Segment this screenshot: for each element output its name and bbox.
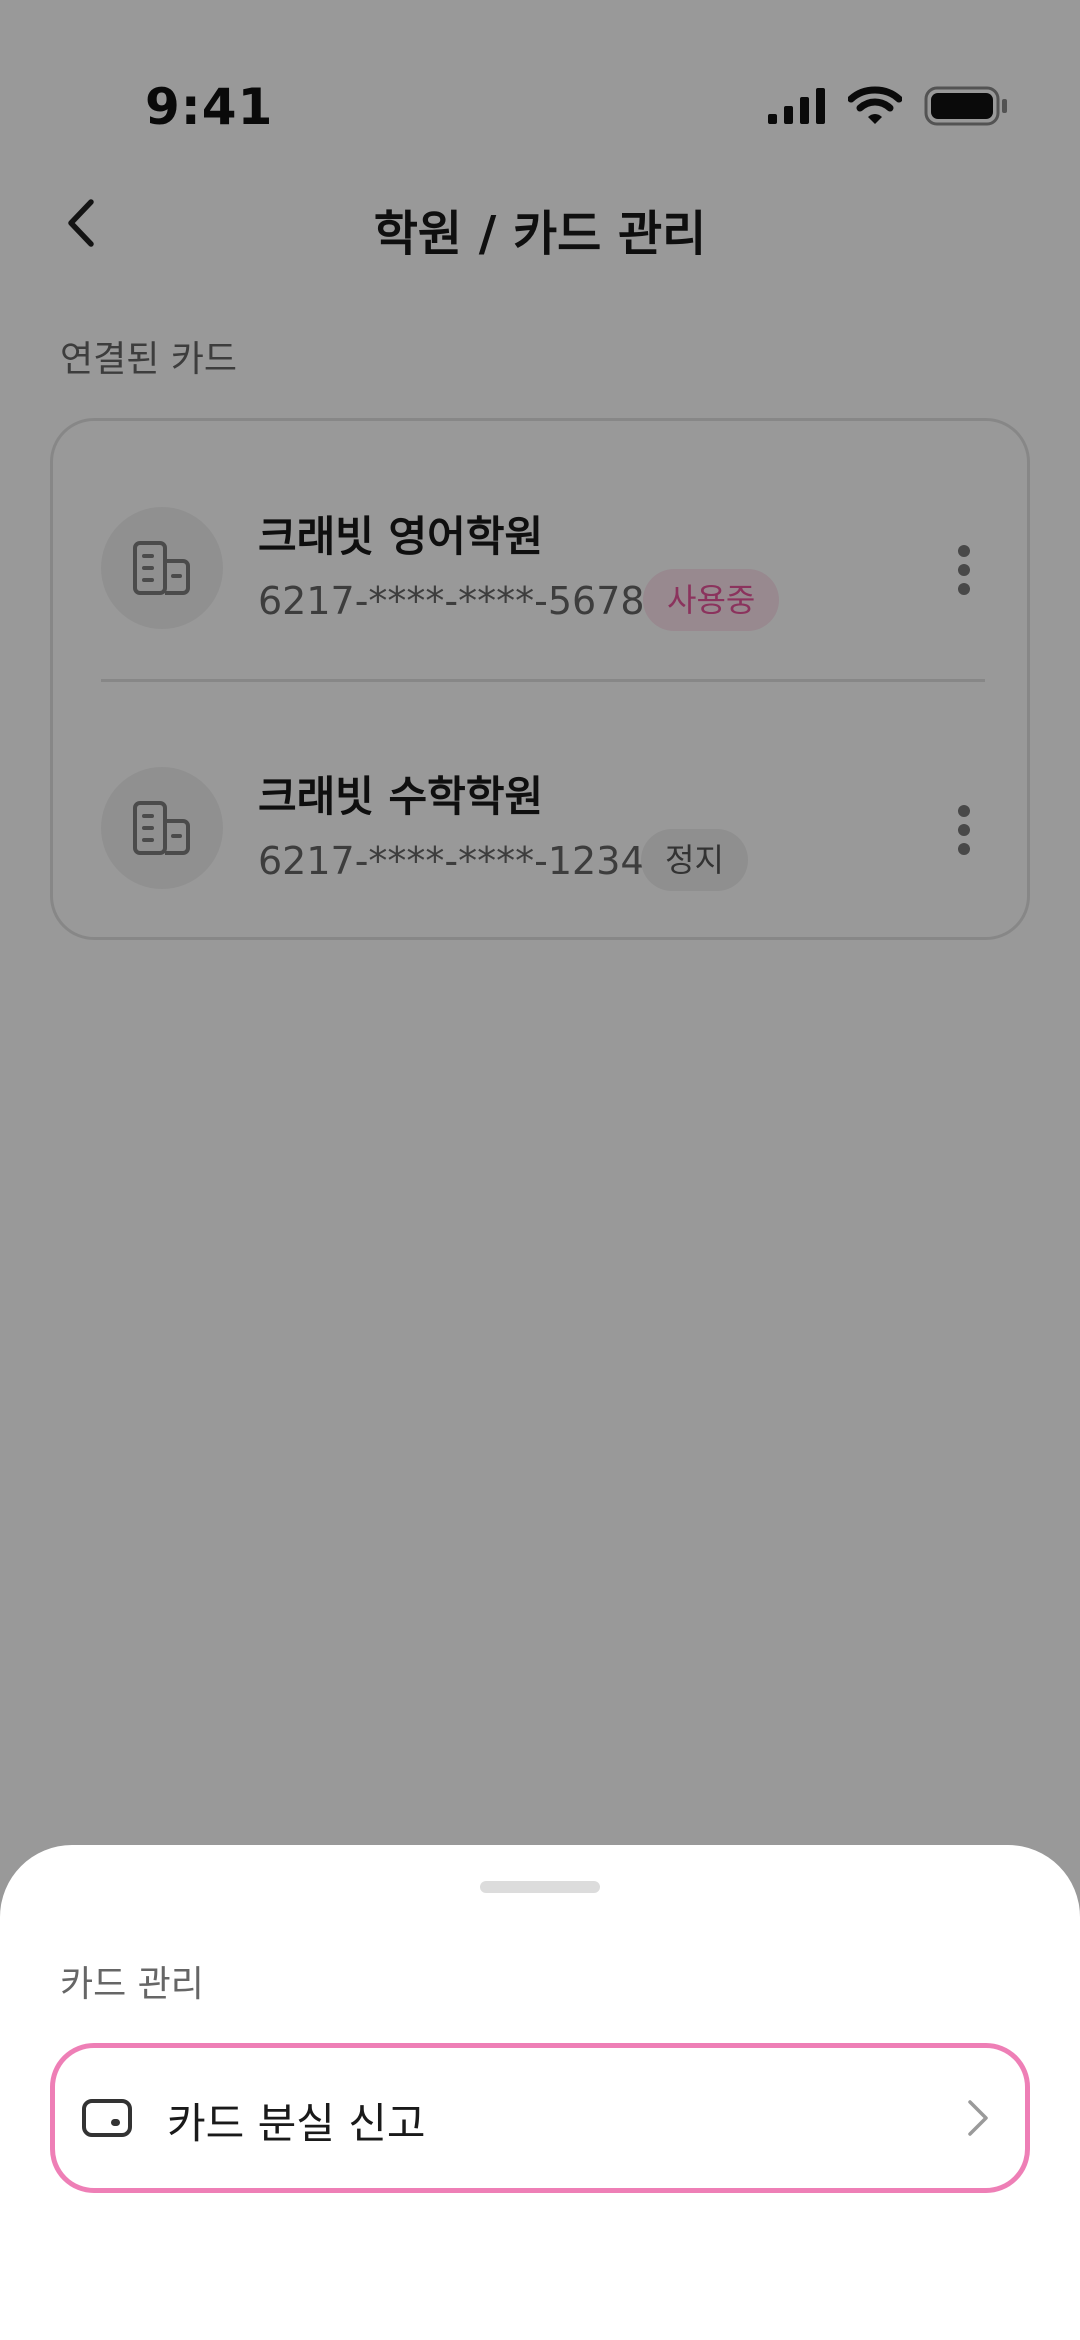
- bottom-sheet: 카드 관리 카드 분실 신고: [0, 1845, 1080, 2340]
- report-lost-card-button[interactable]: 카드 분실 신고: [50, 2043, 1030, 2193]
- chevron-right-icon: [968, 2100, 988, 2136]
- sheet-drag-handle[interactable]: [480, 1881, 600, 1893]
- report-lost-card-label: 카드 분실 신고: [167, 2099, 426, 2148]
- app-screen: 9:41 학원 / 카드 관리 연결된 카드 크래빗 영어학원 6217-***…: [0, 0, 1080, 2340]
- card-icon: [82, 2099, 132, 2137]
- sheet-section-label: 카드 관리: [60, 1964, 204, 2005]
